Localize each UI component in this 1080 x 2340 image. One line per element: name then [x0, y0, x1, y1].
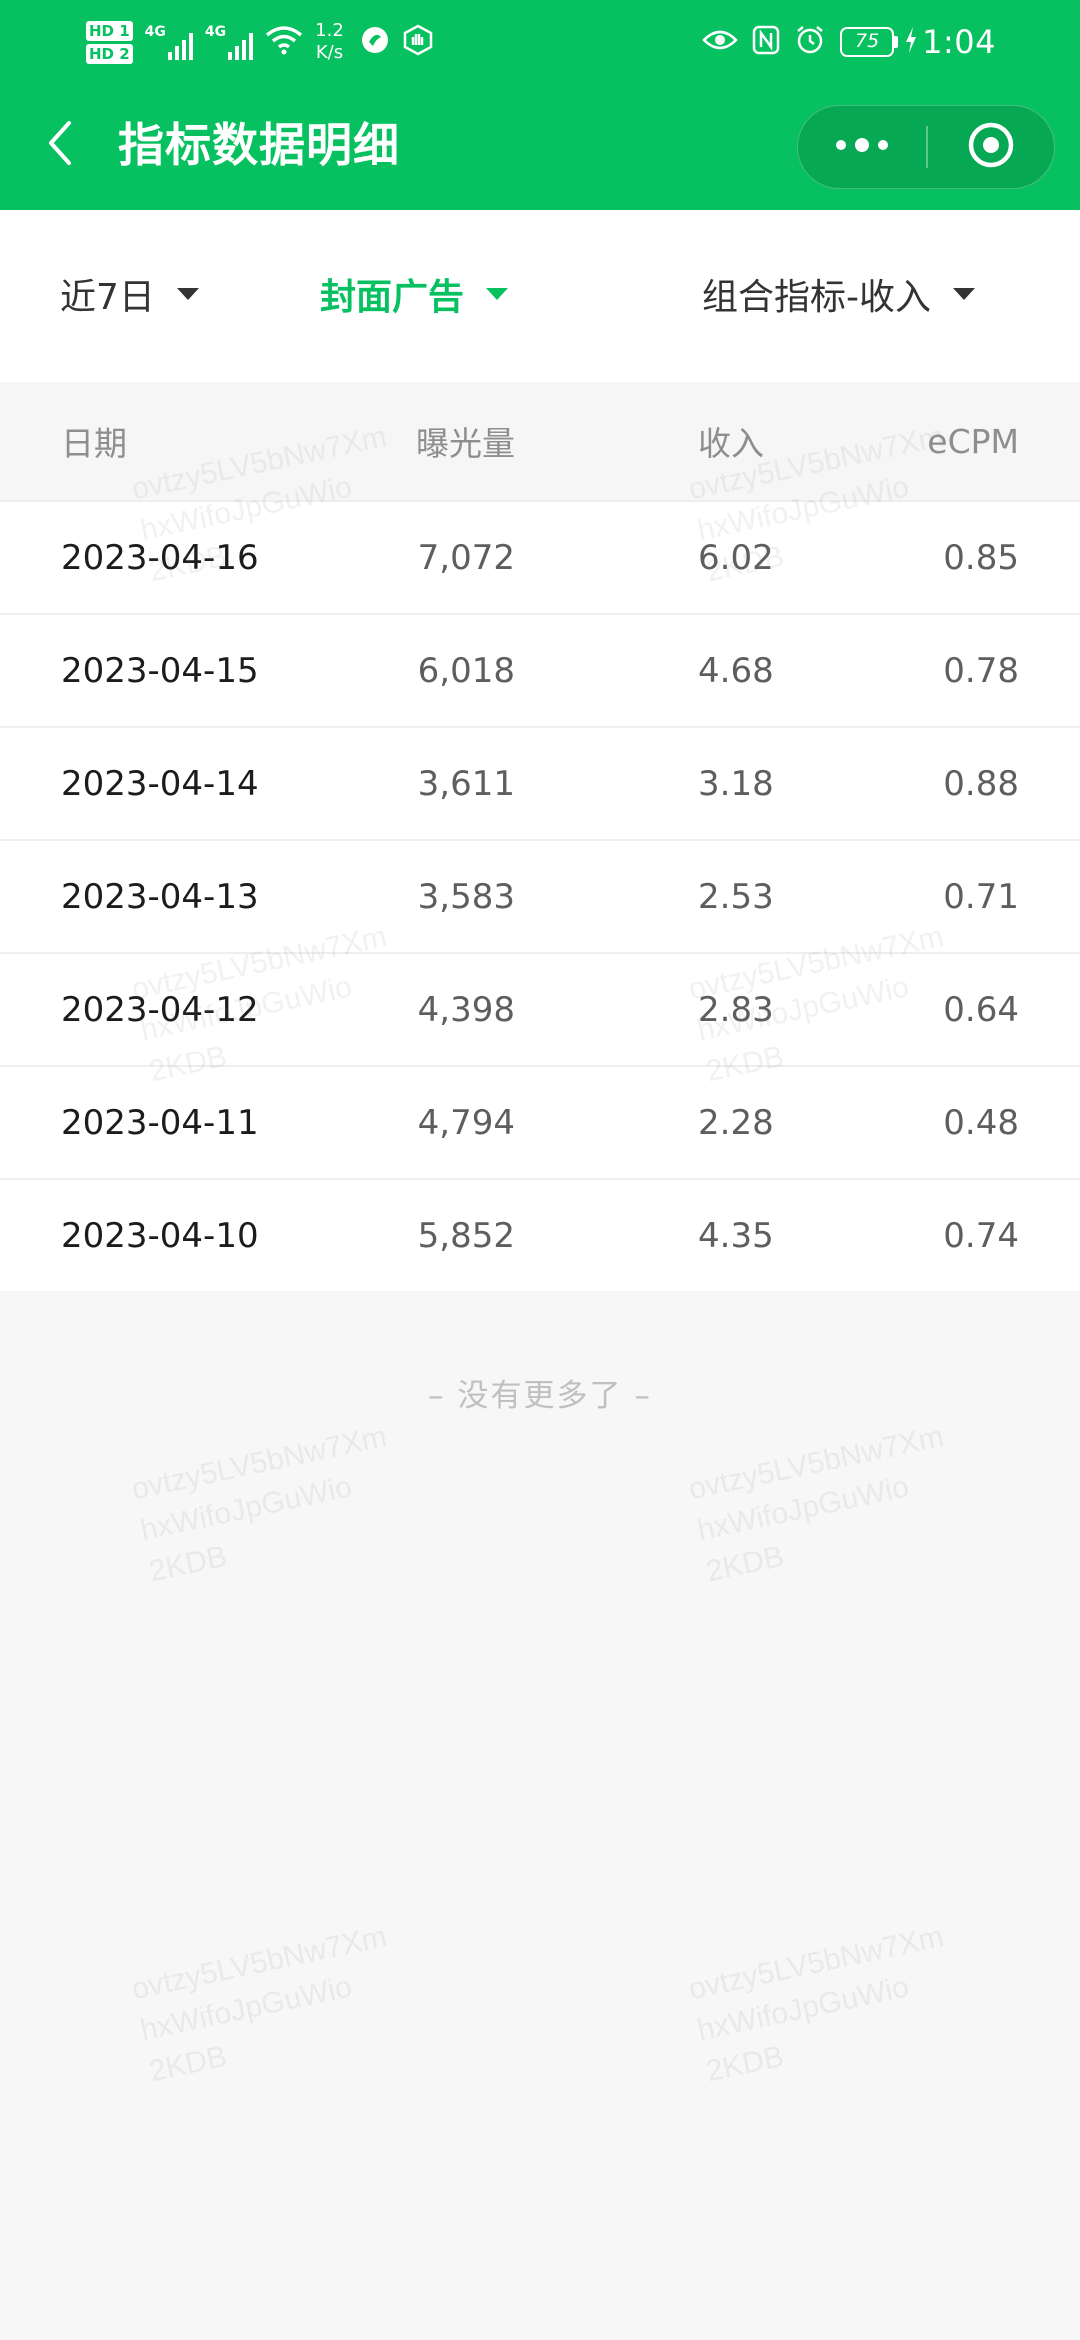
cell-exposure: 4,794 [417, 1102, 515, 1143]
network-type-sim1: 4G [144, 24, 166, 40]
battery-icon: 75 [840, 27, 899, 57]
cell-revenue: 2.53 [698, 876, 774, 917]
eye-icon [702, 28, 738, 56]
no-more-indicator: – 没有更多了 – [428, 1378, 652, 1414]
status-bar-left: HD 1 HD 2 4G 4G 1.2 K/s [86, 12, 446, 72]
caret-down-icon [176, 288, 199, 300]
cell-ecpm: 0.88 [943, 763, 1019, 804]
cell-revenue: 2.83 [698, 989, 774, 1030]
caret-down-icon [953, 288, 975, 300]
cell-ecpm: 0.85 [943, 537, 1019, 578]
table-header: 日期 曝光量 收入 eCPM [0, 382, 1080, 500]
watermark: ovtzy5LV5bNw7Xm hxWifoJpGuWio 2KDB [685, 1419, 947, 1589]
header-exposure: 曝光量 [416, 424, 515, 463]
table-row: 2023-04-10 5,852 4.35 0.74 [0, 1178, 1080, 1291]
watermark: ovtzy5LV5bNw7Xm hxWifoJpGuWio 2KDB [128, 1419, 390, 1589]
network-speed: 1.2 K/s [315, 20, 344, 64]
period-filter-dropdown[interactable]: 近7日 [60, 262, 199, 326]
soul-app-icon [360, 25, 390, 59]
hd2-badge: HD 2 [86, 43, 133, 64]
table-row: 2023-04-16 7,072 6.02 0.85 [0, 500, 1080, 613]
table-row: 2023-04-11 4,794 2.28 0.48 [0, 1065, 1080, 1178]
watermark: ovtzy5LV5bNw7Xm hxWifoJpGuWio 2KDB [128, 1919, 390, 2089]
table-row: 2023-04-13 3,583 2.53 0.71 [0, 839, 1080, 952]
table-row: 2023-04-12 4,398 2.83 0.64 [0, 952, 1080, 1065]
caret-down-icon [486, 288, 509, 300]
network-type-sim2: 4G [204, 24, 227, 40]
back-button[interactable] [34, 116, 86, 174]
cell-date: 2023-04-13 [61, 876, 259, 917]
table-row: 2023-04-14 3,611 3.18 0.88 [0, 726, 1080, 839]
cell-ecpm: 0.48 [943, 1102, 1019, 1143]
status-time: 1:04 [922, 23, 996, 61]
cell-revenue: 2.28 [698, 1102, 774, 1143]
more-button[interactable] [798, 106, 926, 187]
cell-ecpm: 0.78 [943, 650, 1019, 691]
cell-exposure: 7,072 [417, 537, 515, 578]
cell-exposure: 4,398 [417, 989, 515, 1030]
cell-revenue: 4.35 [698, 1215, 774, 1256]
alarm-icon [794, 24, 826, 60]
cell-revenue: 3.18 [698, 763, 774, 804]
metrics-table: 日期 曝光量 收入 eCPM 2023-04-16 7,072 6.02 0.8… [0, 382, 1080, 1291]
cell-exposure: 3,583 [417, 876, 515, 917]
charging-bolt-icon [904, 26, 918, 58]
cell-date: 2023-04-16 [61, 537, 259, 578]
app-header: HD 1 HD 2 4G 4G 1.2 K/s 75 1:04 指标数据明细 [0, 0, 1080, 210]
cell-revenue: 4.68 [698, 650, 774, 691]
metric-filter-label: 组合指标-收入 [702, 277, 931, 318]
more-dots-icon [833, 137, 891, 157]
network-speed-value: 1.2 [315, 20, 344, 41]
cell-ecpm: 0.64 [943, 989, 1019, 1030]
cell-date: 2023-04-11 [61, 1102, 259, 1143]
header-ecpm: eCPM [927, 421, 1019, 461]
signal-sim1-icon: 4G [145, 24, 193, 60]
header-revenue: 收入 [698, 424, 764, 463]
cell-date: 2023-04-15 [61, 650, 259, 691]
filter-bar: 近7日 封面广告 组合指标-收入 [0, 210, 1080, 382]
cell-exposure: 6,018 [417, 650, 515, 691]
metric-filter-dropdown[interactable]: 组合指标-收入 [702, 262, 975, 326]
header-date: 日期 [61, 424, 127, 463]
cell-revenue: 6.02 [698, 537, 774, 578]
page-title: 指标数据明细 [118, 118, 400, 172]
cell-date: 2023-04-12 [61, 989, 259, 1030]
status-bar: HD 1 HD 2 4G 4G 1.2 K/s 75 1:04 [0, 0, 1080, 80]
ad-type-filter-dropdown[interactable]: 封面广告 [320, 262, 509, 326]
target-close-icon [967, 121, 1015, 173]
table-row: 2023-04-15 6,018 4.68 0.78 [0, 613, 1080, 726]
nav-bar: 指标数据明细 [0, 80, 1080, 210]
cell-exposure: 5,852 [417, 1215, 515, 1256]
cell-date: 2023-04-10 [61, 1215, 259, 1256]
hand-shield-icon [402, 24, 434, 60]
hd1-badge: HD 1 [86, 20, 133, 41]
cell-ecpm: 0.71 [943, 876, 1019, 917]
cell-exposure: 3,611 [417, 763, 515, 804]
hd-badges: HD 1 HD 2 [86, 20, 133, 64]
miniprogram-capsule [797, 105, 1055, 189]
watermark: ovtzy5LV5bNw7Xm hxWifoJpGuWio 2KDB [685, 1919, 947, 2089]
cell-ecpm: 0.74 [943, 1215, 1019, 1256]
ad-type-filter-label: 封面广告 [320, 277, 465, 318]
nfc-icon [752, 25, 780, 59]
signal-sim2-icon: 4G [204, 24, 254, 60]
network-speed-unit: K/s [315, 42, 344, 63]
cell-date: 2023-04-14 [61, 763, 259, 804]
close-miniprogram-button[interactable] [928, 106, 1053, 187]
status-bar-right: 75 1:04 [702, 12, 996, 72]
period-filter-label: 近7日 [60, 277, 155, 318]
wifi-icon [265, 25, 303, 59]
battery-level: 75 [840, 27, 895, 57]
chevron-left-icon [45, 119, 75, 171]
